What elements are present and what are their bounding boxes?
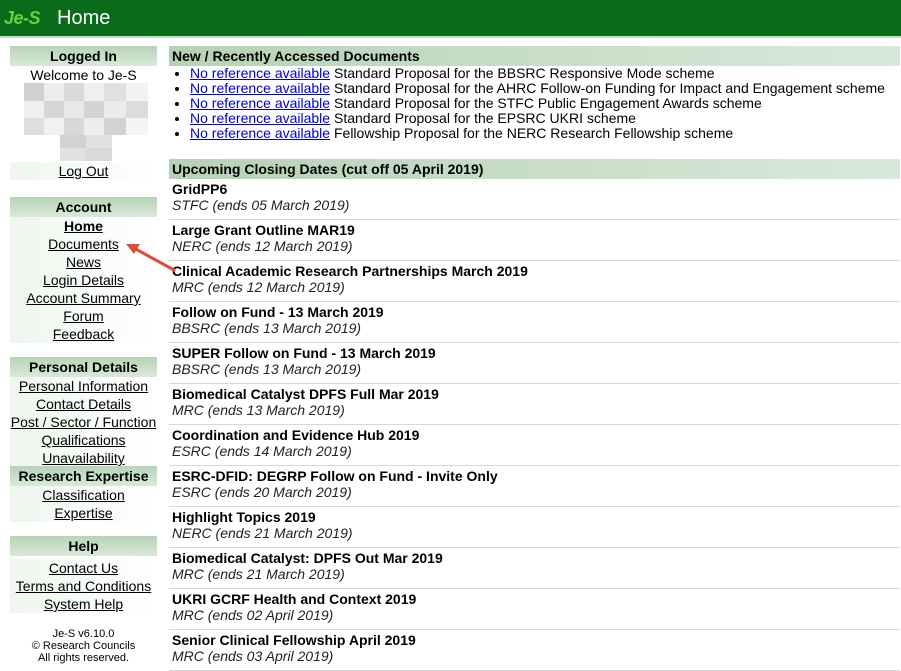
scheme-council-deadline: BBSRC (ends 13 March 2019): [172, 320, 362, 336]
sidebar-item-forum[interactable]: Forum: [10, 307, 157, 325]
sidebar-item-expertise[interactable]: Expertise: [10, 504, 157, 522]
scheme-council-deadline: MRC (ends 03 April 2019): [172, 648, 334, 664]
list-item: No reference available Fellowship Propos…: [190, 126, 900, 141]
sidebar-item-system-help[interactable]: System Help: [10, 595, 157, 613]
account-heading: Account: [10, 197, 157, 217]
closing-date-item: Large Grant Outline MAR19 NERC (ends 12 M…: [169, 220, 900, 261]
sidebar-item-home[interactable]: Home: [10, 217, 157, 235]
sidebar-item-post-sector-function[interactable]: Post / Sector / Function: [10, 413, 157, 431]
closing-date-item: Biomedical Catalyst DPFS Full Mar 2019 MR…: [169, 384, 900, 425]
recent-documents-heading: New / Recently Accessed Documents: [169, 46, 900, 66]
help-heading: Help: [10, 536, 157, 556]
version-text: Je-S v6.10.0: [52, 628, 115, 640]
sidebar-item-unavailability[interactable]: Unavailability: [10, 449, 157, 467]
list-item: No reference available Standard Proposal…: [190, 81, 900, 96]
scheme-council-deadline: MRC (ends 02 April 2019): [172, 607, 334, 623]
scheme-council-deadline: STFC (ends 05 March 2019): [172, 197, 350, 213]
closing-date-item: Follow on Fund - 13 March 2019 BBSRC (end…: [169, 302, 900, 343]
copyright-text: © Research Councils: [31, 640, 136, 652]
scheme-title: ESRC-DFID: DEGRP Follow on Fund - Invite…: [172, 468, 498, 484]
sidebar-footer: Je-S v6.10.0 © Research Councils All rig…: [10, 628, 157, 664]
scheme-council-deadline: ESRC (ends 14 March 2019): [172, 443, 352, 459]
sidebar-item-personal-information[interactable]: Personal Information: [10, 377, 157, 395]
sidebar-item-terms-and-conditions[interactable]: Terms and Conditions: [10, 577, 157, 595]
document-reference-link[interactable]: No reference available: [190, 95, 330, 111]
sidebar-item-contact-us[interactable]: Contact Us: [10, 559, 157, 577]
closing-date-item: UKRI GCRF Health and Context 2019 MRC (en…: [169, 589, 900, 630]
scheme-council-deadline: BBSRC (ends 13 March 2019): [172, 361, 362, 377]
logged-in-panel: Logged In Welcome to Je-S: [10, 46, 157, 84]
help-panel: Help Contact Us Terms and Conditions Sys…: [10, 536, 157, 613]
sidebar-item-classification[interactable]: Classification: [10, 486, 157, 504]
scheme-council-deadline: MRC (ends 21 March 2019): [172, 566, 345, 582]
closing-date-item: SUPER Follow on Fund - 13 March 2019 BBSR…: [169, 343, 900, 384]
sidebar-item-account-summary[interactable]: Account Summary: [10, 289, 157, 307]
document-description: Standard Proposal for the BBSRC Responsi…: [333, 65, 715, 81]
logout-panel: Log Out: [10, 162, 157, 180]
list-item: No reference available Standard Proposal…: [190, 96, 900, 111]
research-expertise-panel: Research Expertise Classification Expert…: [10, 466, 157, 522]
rights-text: All rights reserved.: [37, 652, 130, 664]
scheme-council-deadline: MRC (ends 12 March 2019): [172, 279, 345, 295]
recent-documents-list: No reference available Standard Proposal…: [169, 66, 900, 141]
list-item: No reference available Standard Proposal…: [190, 66, 900, 81]
personal-details-heading: Personal Details: [10, 357, 157, 377]
sidebar-item-feedback[interactable]: Feedback: [10, 325, 157, 343]
sidebar-item-contact-details[interactable]: Contact Details: [10, 395, 157, 413]
closing-dates-heading: Upcoming Closing Dates (cut off 05 April…: [169, 159, 900, 179]
scheme-title: Senior Clinical Fellowship April 2019: [172, 632, 416, 648]
scheme-title: GridPP6: [172, 181, 228, 197]
closing-date-item: Clinical Academic Research Partnerships …: [169, 261, 900, 302]
logged-in-heading: Logged In: [10, 46, 157, 66]
logout-link[interactable]: Log Out: [10, 162, 157, 180]
scheme-title: Highlight Topics 2019: [172, 509, 316, 525]
scheme-title: Follow on Fund - 13 March 2019: [172, 304, 384, 320]
document-reference-link[interactable]: No reference available: [190, 65, 330, 81]
closing-dates-list: GridPP6 STFC (ends 05 March 2019) Large Gr…: [169, 179, 900, 671]
top-bar: Je-S Home: [0, 0, 901, 38]
sidebar-item-login-details[interactable]: Login Details: [10, 271, 157, 289]
scheme-title: Coordination and Evidence Hub 2019: [172, 427, 420, 443]
scheme-title: Clinical Academic Research Partnerships …: [172, 263, 528, 279]
scheme-title: Large Grant Outline MAR19: [172, 222, 355, 238]
welcome-text: Welcome to Je-S: [30, 67, 137, 83]
document-description: Fellowship Proposal for the NERC Researc…: [333, 125, 734, 141]
scheme-council-deadline: NERC (ends 12 March 2019): [172, 238, 353, 254]
personal-details-panel: Personal Details Personal Information Co…: [10, 357, 157, 467]
research-expertise-heading: Research Expertise: [10, 466, 157, 486]
document-reference-link[interactable]: No reference available: [190, 110, 330, 126]
document-description: Standard Proposal for the AHRC Follow-on…: [333, 80, 885, 96]
scheme-title: Biomedical Catalyst: DPFS Out Mar 2019: [172, 550, 443, 566]
recent-documents-panel: New / Recently Accessed Documents No ref…: [169, 46, 900, 141]
scheme-title: SUPER Follow on Fund - 13 March 2019: [172, 345, 436, 361]
scheme-council-deadline: ESRC (ends 20 March 2019): [172, 484, 352, 500]
je-s-logo: Je-S: [4, 8, 41, 28]
closing-dates-panel: Upcoming Closing Dates (cut off 05 April…: [169, 159, 900, 671]
document-reference-link[interactable]: No reference available: [190, 125, 330, 141]
scheme-title: Biomedical Catalyst DPFS Full Mar 2019: [172, 386, 439, 402]
closing-date-item: Biomedical Catalyst: DPFS Out Mar 2019 MR…: [169, 548, 900, 589]
red-arrow-icon: [126, 244, 176, 272]
document-description: Standard Proposal for the EPSRC UKRI sch…: [333, 110, 636, 126]
closing-date-item: ESRC-DFID: DEGRP Follow on Fund - Invite…: [169, 466, 900, 507]
sidebar-item-qualifications[interactable]: Qualifications: [10, 431, 157, 449]
closing-date-item: Coordination and Evidence Hub 2019 ESRC (…: [169, 425, 900, 466]
document-description: Standard Proposal for the STFC Public En…: [333, 95, 762, 111]
document-reference-link[interactable]: No reference available: [190, 80, 330, 96]
scheme-title: UKRI GCRF Health and Context 2019: [172, 591, 417, 607]
page-title: Home: [57, 7, 111, 29]
closing-date-item: Highlight Topics 2019 NERC (ends 21 March…: [169, 507, 900, 548]
avatar: [24, 83, 148, 161]
scheme-council-deadline: MRC (ends 13 March 2019): [172, 402, 345, 418]
closing-date-item: GridPP6 STFC (ends 05 March 2019): [169, 179, 900, 220]
closing-date-item: Senior Clinical Fellowship April 2019 MRC…: [169, 630, 900, 671]
list-item: No reference available Standard Proposal…: [190, 111, 900, 126]
scheme-council-deadline: NERC (ends 21 March 2019): [172, 525, 353, 541]
